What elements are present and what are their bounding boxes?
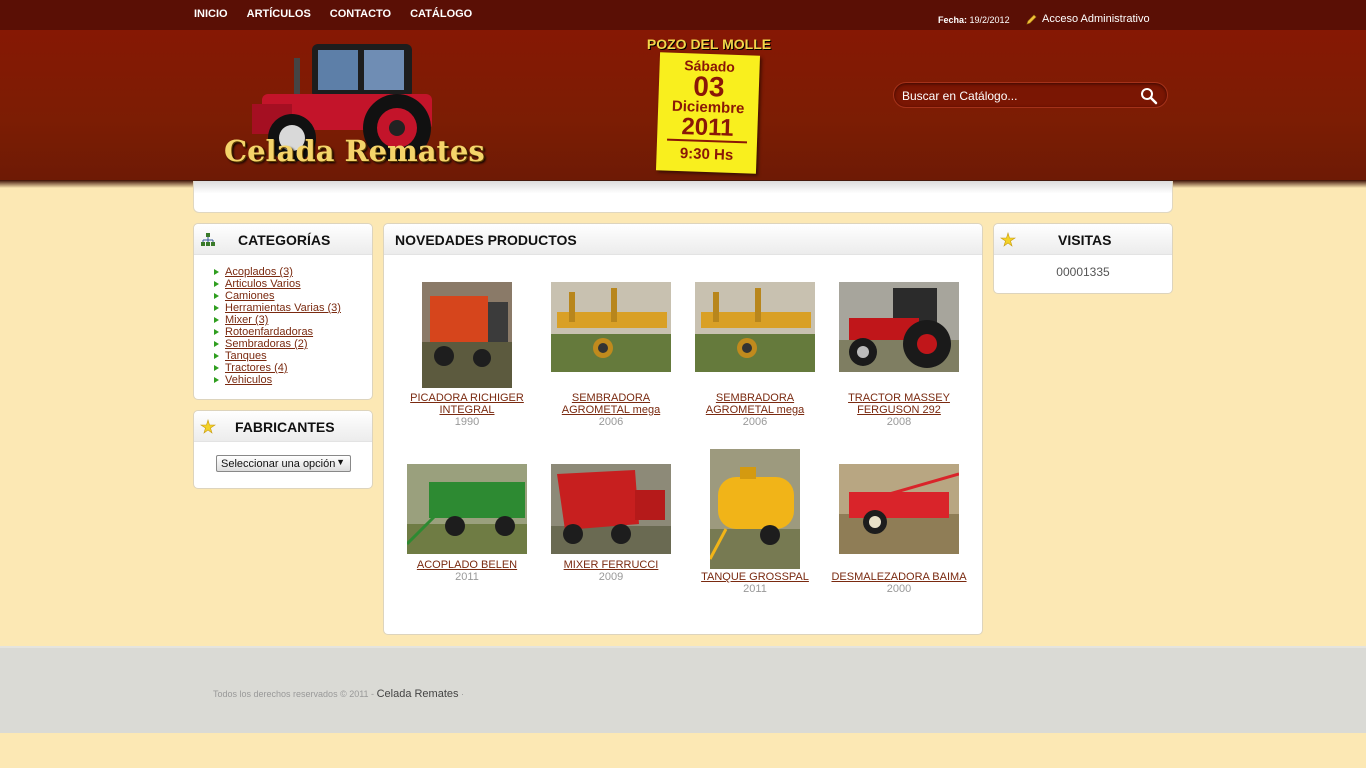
- category-link[interactable]: Sembradoras (2): [225, 338, 308, 350]
- visits-count: 00001335: [1056, 265, 1110, 279]
- product-year: 2006: [598, 416, 624, 428]
- date-label: Fecha:: [938, 15, 968, 25]
- list-item: Herramientas Varias (3): [214, 302, 372, 314]
- date-value: 19/2/2012: [969, 15, 1010, 25]
- product-name[interactable]: TANQUE GROSSPAL: [685, 571, 825, 583]
- product-name[interactable]: SEMBRADORA AGROMETAL mega: [685, 392, 825, 416]
- product-name[interactable]: PICADORA RICHIGER INTEGRAL: [397, 392, 537, 416]
- star-icon: [200, 419, 216, 434]
- visits-title: VISITAS: [1058, 232, 1112, 248]
- product-image-acoplado[interactable]: [407, 464, 527, 554]
- product-year: 2008: [886, 416, 912, 428]
- category-link[interactable]: Camiones: [225, 290, 275, 302]
- event-card: Sábado 03 Diciembre 2011 9:30 Hs: [655, 52, 761, 174]
- event-year: 2011: [667, 113, 748, 144]
- pencil-icon: [1026, 14, 1037, 24]
- footer-copyright: Todos los derechos reservados © 2011 - C…: [213, 688, 464, 700]
- manufacturers-header: FABRICANTES: [194, 411, 372, 442]
- list-item: Vehiculos: [214, 374, 372, 386]
- category-link[interactable]: Articulos Varios: [225, 278, 301, 290]
- list-item: Acoplados (3): [214, 266, 372, 278]
- product-year: 2011: [743, 583, 767, 595]
- manufacturers-title: FABRICANTES: [235, 419, 335, 435]
- product-link[interactable]: SEMBRADORA AGROMETAL mega: [706, 392, 804, 416]
- product-image-mixer[interactable]: [551, 464, 671, 554]
- product-link[interactable]: TRACTOR MASSEY FERGUSON 292: [848, 392, 950, 416]
- category-link[interactable]: Herramientas Varias (3): [225, 302, 341, 314]
- categories-panel: CATEGORÍAS Acoplados (3) Articulos Vario…: [193, 223, 373, 400]
- product-name[interactable]: SEMBRADORA AGROMETAL mega: [541, 392, 681, 416]
- product-year: 1990: [454, 416, 480, 428]
- admin-access-label: Acceso Administrativo: [1042, 13, 1150, 25]
- nav-inicio[interactable]: INICIO: [194, 8, 228, 20]
- product-year: 2000: [886, 583, 912, 595]
- event-place: POZO DEL MOLLE: [646, 36, 772, 52]
- sitemap-icon: [201, 233, 215, 246]
- manufacturer-select-value: Seleccionar una opción: [221, 458, 336, 470]
- product-name[interactable]: DESMALEZADORA BAIMA: [829, 571, 969, 583]
- visits-header: VISITAS: [994, 224, 1172, 255]
- main-nav: INICIO ARTÍCULOS CONTACTO CATÁLOGO: [194, 8, 491, 20]
- chevron-down-icon: ▼: [336, 457, 345, 467]
- list-item: Tractores (4): [214, 362, 372, 374]
- manufacturers-panel: FABRICANTES Seleccionar una opción ▼: [193, 410, 373, 489]
- event-time: 9:30 Hs: [679, 145, 734, 164]
- product-image-tractor[interactable]: [839, 282, 959, 372]
- product-year: 2006: [742, 416, 768, 428]
- product-link[interactable]: PICADORA RICHIGER INTEGRAL: [410, 392, 524, 416]
- search-input[interactable]: [902, 87, 1132, 105]
- date-display: Fecha: 19/2/2012: [938, 15, 1010, 25]
- product-year: 2011: [455, 571, 479, 583]
- product-name[interactable]: MIXER FERRUCCI: [541, 559, 681, 571]
- product-image-picadora[interactable]: [422, 282, 512, 388]
- category-link[interactable]: Mixer (3): [225, 314, 268, 326]
- product-year: 2009: [598, 571, 624, 583]
- product-link[interactable]: ACOPLADO BELEN: [417, 559, 517, 571]
- product-name[interactable]: ACOPLADO BELEN: [397, 559, 537, 571]
- site-footer: Todos los derechos reservados © 2011 - C…: [0, 646, 1366, 733]
- categories-title: CATEGORÍAS: [238, 232, 331, 248]
- breadcrumb-bar: [193, 181, 1173, 213]
- new-products-title: NOVEDADES PRODUCTOS: [395, 232, 577, 248]
- product-link[interactable]: MIXER FERRUCCI: [564, 559, 659, 571]
- product-image-sembradora[interactable]: [695, 282, 815, 372]
- list-item: Camiones: [214, 290, 372, 302]
- product-link[interactable]: TANQUE GROSSPAL: [701, 571, 809, 583]
- category-link[interactable]: Rotoenfardadoras: [225, 326, 313, 338]
- new-products-header: NOVEDADES PRODUCTOS: [384, 224, 982, 255]
- categories-header: CATEGORÍAS: [194, 224, 372, 255]
- visits-panel: VISITAS 00001335: [993, 223, 1173, 294]
- nav-articulos[interactable]: ARTÍCULOS: [247, 8, 311, 20]
- category-link[interactable]: Tanques: [225, 350, 267, 362]
- top-bar: INICIO ARTÍCULOS CONTACTO CATÁLOGO Fecha…: [0, 0, 1366, 30]
- category-link[interactable]: Vehiculos: [225, 374, 272, 386]
- new-products-panel: NOVEDADES PRODUCTOS PICADORA RICHIGER IN…: [383, 223, 983, 635]
- admin-access-link[interactable]: Acceso Administrativo: [1026, 13, 1150, 25]
- list-item: Sembradoras (2): [214, 338, 372, 350]
- nav-catalogo[interactable]: CATÁLOGO: [410, 8, 472, 20]
- event-banner: POZO DEL MOLLE Sábado 03 Diciembre 2011 …: [646, 36, 772, 178]
- manufacturer-select[interactable]: Seleccionar una opción ▼: [216, 455, 351, 472]
- footer-brand-link[interactable]: Celada Remates: [377, 688, 459, 700]
- product-link[interactable]: SEMBRADORA AGROMETAL mega: [562, 392, 660, 416]
- product-image-tanque[interactable]: [710, 449, 800, 569]
- list-item: Tanques: [214, 350, 372, 362]
- list-item: Articulos Varios: [214, 278, 372, 290]
- nav-contacto[interactable]: CONTACTO: [330, 8, 391, 20]
- footer-tail: ·: [461, 689, 465, 699]
- list-item: Rotoenfardadoras: [214, 326, 372, 338]
- product-name[interactable]: TRACTOR MASSEY FERGUSON 292: [829, 392, 969, 416]
- catalog-search: [893, 82, 1168, 108]
- category-link[interactable]: Tractores (4): [225, 362, 288, 374]
- product-image-sembradora[interactable]: [551, 282, 671, 372]
- brand-name[interactable]: Celada Remates: [224, 134, 485, 168]
- product-image-desmalezadora[interactable]: [839, 464, 959, 554]
- search-icon[interactable]: [1140, 87, 1158, 105]
- product-link[interactable]: DESMALEZADORA BAIMA: [831, 571, 966, 583]
- category-link[interactable]: Acoplados (3): [225, 266, 293, 278]
- star-icon: [1000, 232, 1016, 247]
- categories-list: Acoplados (3) Articulos Varios Camiones …: [214, 266, 372, 386]
- copyright-text: Todos los derechos reservados © 2011 -: [213, 689, 375, 699]
- list-item: Mixer (3): [214, 314, 372, 326]
